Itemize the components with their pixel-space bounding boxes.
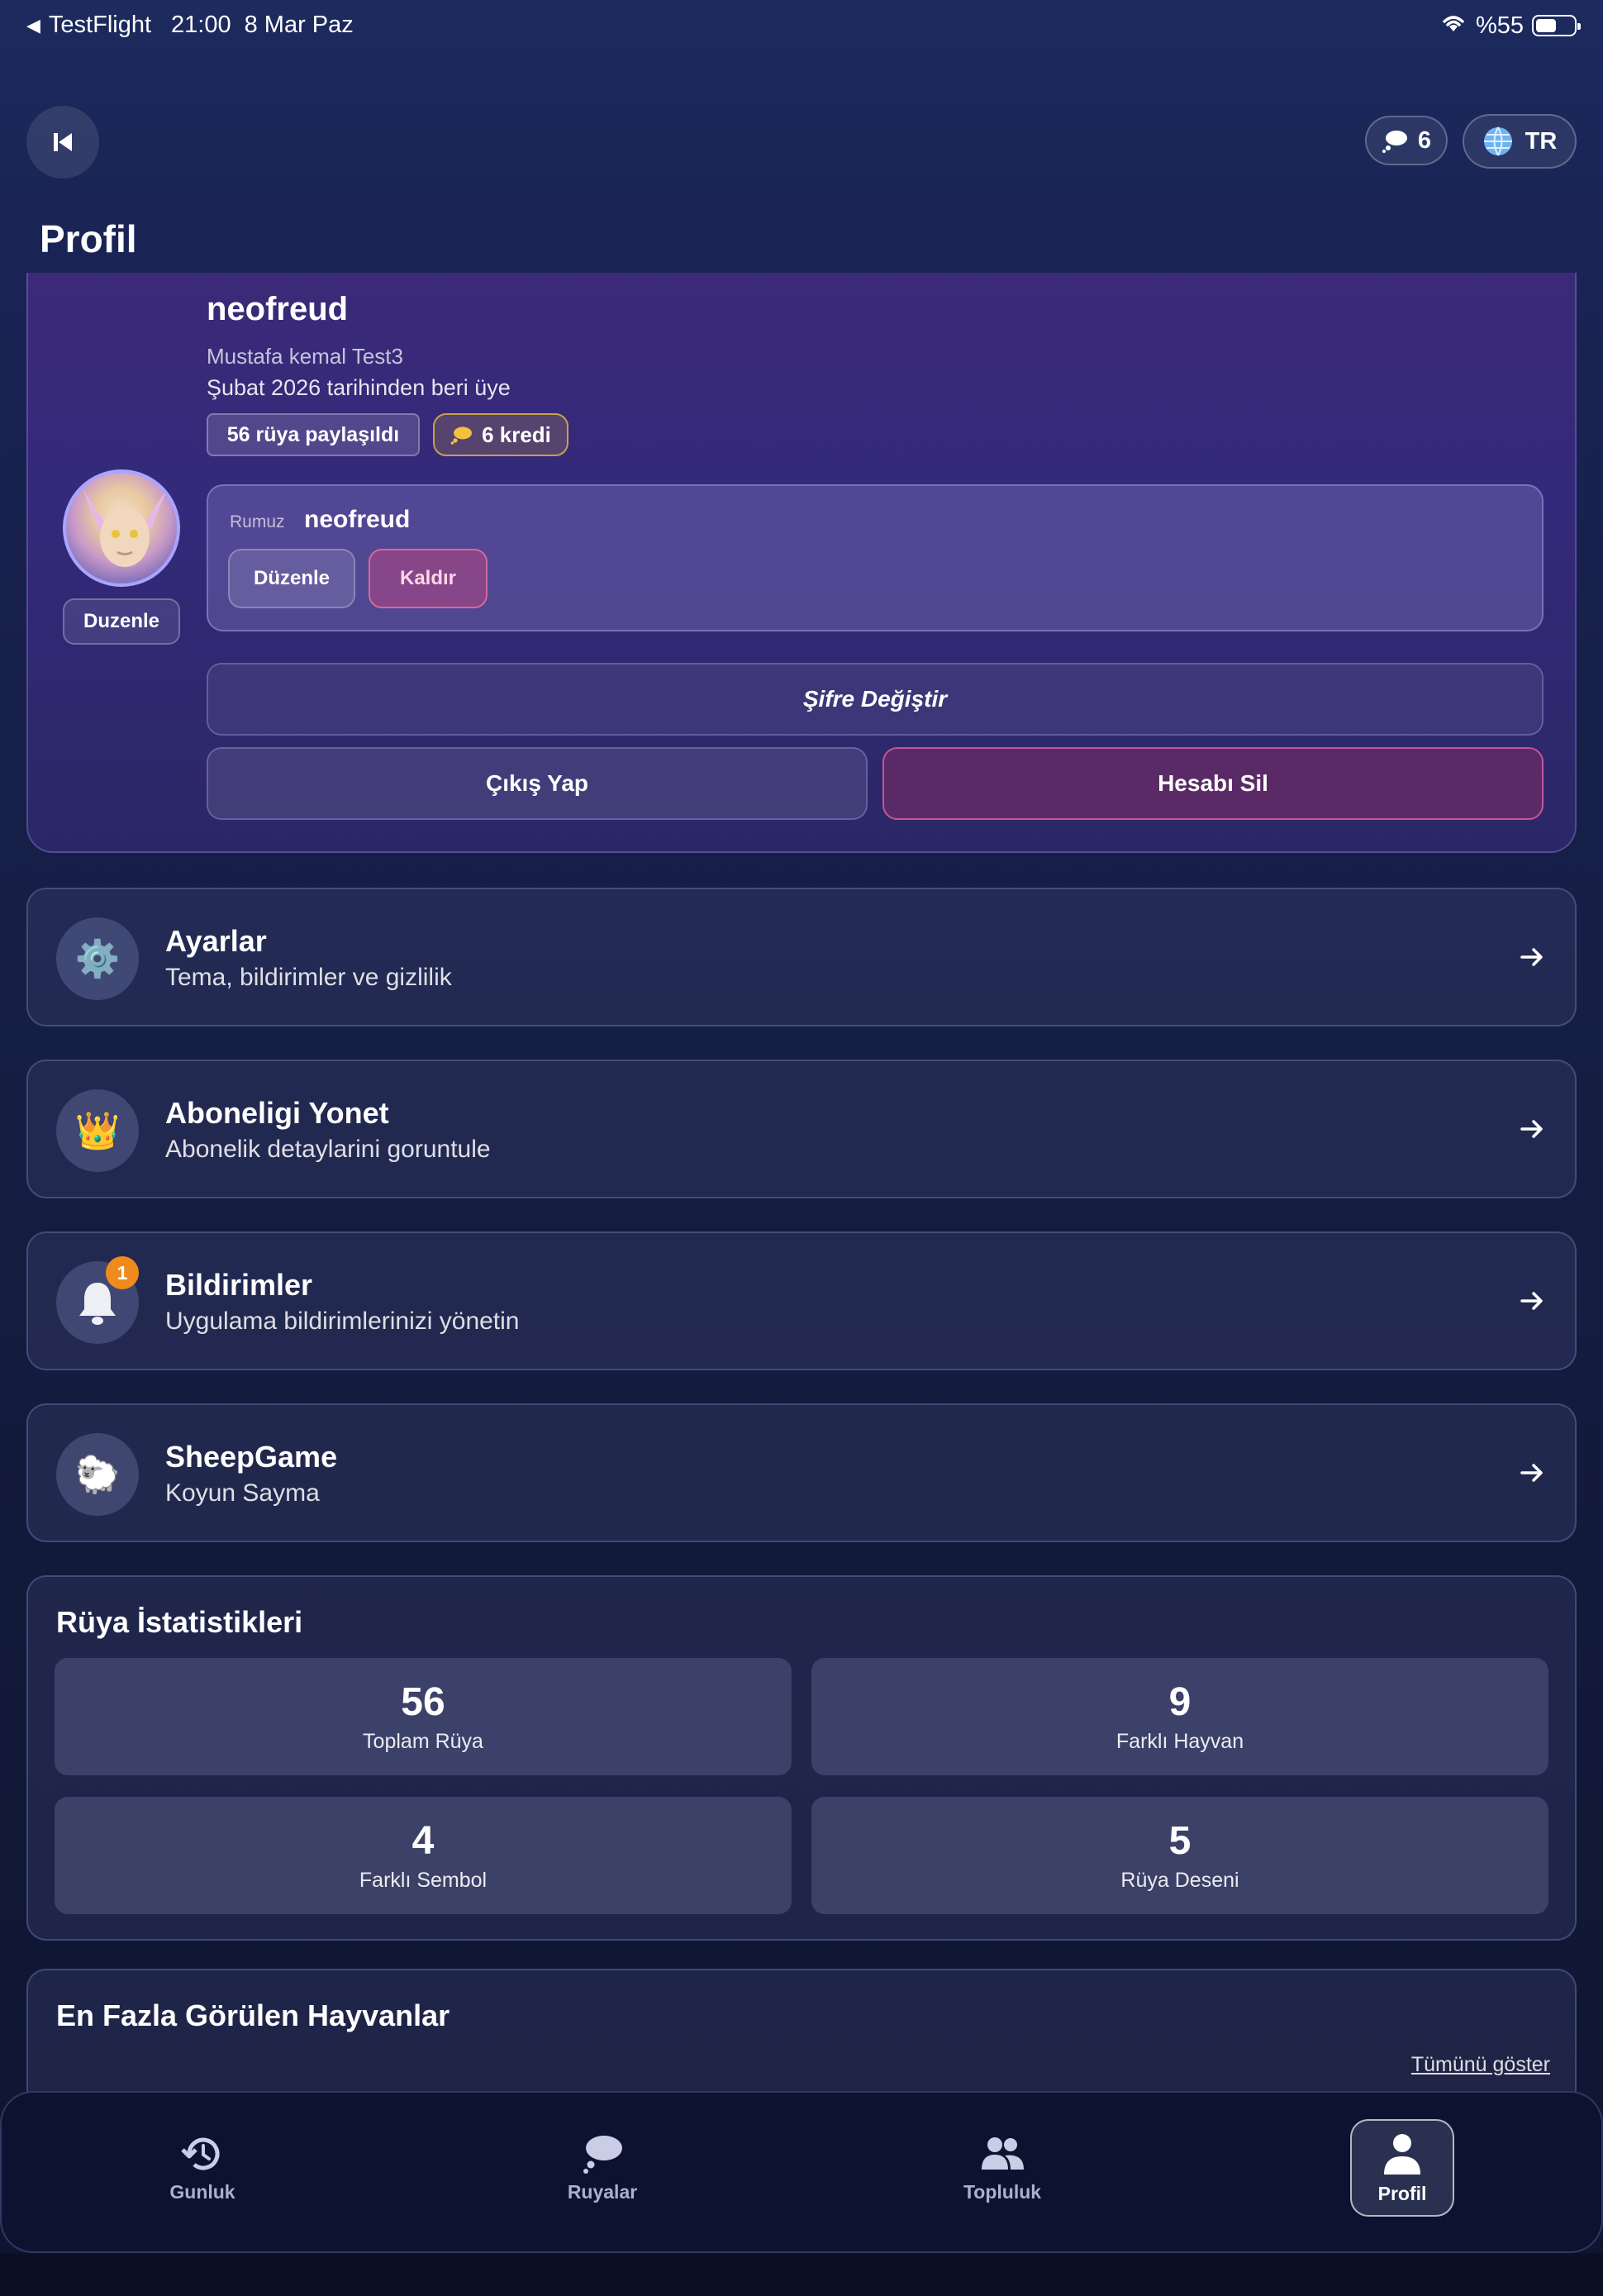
- stat-value: 9: [1168, 1680, 1192, 1724]
- menu-row-notifications[interactable]: 1 Bildirimler Uygulama bildirimlerinizi …: [26, 1231, 1577, 1370]
- full-name: Mustafa kemal Test3: [207, 344, 403, 369]
- tab-label: Profil: [1377, 2182, 1427, 2204]
- dream-stats-card: Rüya İstatistikleri 56 Toplam Rüya 9 Far…: [26, 1575, 1577, 1941]
- wifi-icon: [1439, 12, 1467, 40]
- sheep-icon: 🐑: [56, 1433, 139, 1516]
- avatar-edit-button[interactable]: Duzenle: [63, 598, 180, 645]
- tab-label: Topluluk: [963, 2180, 1042, 2203]
- history-icon: [181, 2137, 220, 2170]
- cloud-credit-icon: [1382, 131, 1407, 153]
- logout-button[interactable]: Çıkış Yap: [207, 747, 868, 820]
- battery-icon: [1532, 15, 1581, 36]
- dreams-shared-badge: 56 rüya paylaşıldı: [207, 413, 420, 456]
- globe-icon: [1483, 126, 1512, 156]
- battery-fill: [1536, 19, 1557, 32]
- arrow-right-icon: [1520, 948, 1543, 966]
- delete-account-button[interactable]: Hesabı Sil: [882, 747, 1544, 820]
- stat-label: Farklı Sembol: [359, 1869, 488, 1892]
- people-icon: [982, 2136, 1024, 2170]
- member-since: Şubat 2026 tarihinden beri üye: [207, 375, 511, 400]
- menu-title: Ayarlar: [165, 924, 267, 958]
- nickname-remove-button[interactable]: Kaldır: [369, 549, 488, 608]
- menu-subtitle: Abonelik detaylarini goruntule: [165, 1136, 491, 1163]
- gear-icon: ⚙️: [56, 917, 139, 1000]
- menu-row-subscription[interactable]: 👑 Aboneligi Yonet Abonelik detaylarini g…: [26, 1060, 1577, 1198]
- person-icon: [1384, 2133, 1420, 2175]
- back-app-label[interactable]: TestFlight: [49, 12, 151, 39]
- credits-count: 6: [1417, 126, 1432, 154]
- menu-title: SheepGame: [165, 1440, 338, 1474]
- stat-dream-patterns: 5 Rüya Deseni: [811, 1797, 1548, 1914]
- stat-value: 4: [411, 1819, 435, 1863]
- tab-label: Gunluk: [169, 2180, 235, 2203]
- change-password-button[interactable]: Şifre Değiştir: [207, 663, 1544, 736]
- stat-value: 5: [1168, 1819, 1192, 1863]
- notification-count-badge: 1: [106, 1256, 139, 1289]
- skip-back-icon: [54, 133, 72, 151]
- crown-icon: 👑: [56, 1089, 139, 1172]
- username: neofreud: [207, 291, 349, 327]
- nickname-label: Rumuz: [230, 512, 285, 531]
- back-button[interactable]: [26, 106, 99, 179]
- page-title: Profil: [40, 217, 137, 260]
- tab-label: Ruyalar: [567, 2180, 638, 2203]
- avatar-image: [83, 489, 167, 584]
- menu-subtitle: Koyun Sayma: [165, 1479, 320, 1507]
- arrow-right-icon: [1520, 1464, 1543, 1482]
- arrow-right-icon: [1520, 1292, 1543, 1310]
- cloud-icon: [583, 2135, 622, 2174]
- show-all-link[interactable]: Tümünü göster: [1411, 2053, 1550, 2077]
- menu-title: Aboneligi Yonet: [165, 1096, 389, 1130]
- menu-title: Bildirimler: [165, 1268, 313, 1302]
- nickname-value: neofreud: [304, 506, 411, 533]
- profile-card: Duzenle neofreud Mustafa kemal Test3 Şub…: [26, 273, 1577, 853]
- stat-distinct-animals: 9 Farklı Hayvan: [811, 1658, 1548, 1775]
- language-selector[interactable]: TR: [1463, 114, 1577, 169]
- arrow-right-icon: [1520, 1120, 1543, 1138]
- status-right: %55: [1439, 12, 1581, 40]
- nickname-box: Rumuz neofreud Düzenle Kaldır: [207, 484, 1544, 631]
- language-code: TR: [1525, 127, 1558, 155]
- tab-bar: Gunluk Ruyalar Topluluk Profil: [0, 2091, 1603, 2253]
- status-left: ◀ TestFlight 21:00 8 Mar Paz: [26, 12, 354, 39]
- status-date: 8 Mar Paz: [244, 12, 354, 38]
- stat-label: Toplam Rüya: [363, 1730, 483, 1753]
- tab-gunluk[interactable]: Gunluk: [150, 2119, 254, 2217]
- home-indicator-area: [0, 2253, 1603, 2296]
- status-time: 21:00: [171, 12, 231, 38]
- menu-subtitle: Uygulama bildirimlerinizi yönetin: [165, 1308, 520, 1335]
- back-to-app-icon[interactable]: ◀: [26, 15, 40, 36]
- stats-title: Rüya İstatistikleri: [56, 1605, 303, 1639]
- menu-subtitle: Tema, bildirimler ve gizlilik: [165, 964, 452, 991]
- menu-row-settings[interactable]: ⚙️ Ayarlar Tema, bildirimler ve gizlilik: [26, 888, 1577, 1027]
- credit-cloud-icon: [450, 426, 473, 445]
- stat-distinct-symbols: 4 Farklı Sembol: [55, 1797, 792, 1914]
- stat-total-dreams: 56 Toplam Rüya: [55, 1658, 792, 1775]
- credits-badge-label: 6 kredi: [482, 422, 551, 447]
- credits-pill[interactable]: 6: [1365, 116, 1448, 165]
- credits-badge: 6 kredi: [433, 413, 568, 456]
- tab-profil[interactable]: Profil: [1350, 2119, 1454, 2217]
- status-bar: ◀ TestFlight 21:00 8 Mar Paz %55: [0, 0, 1603, 55]
- stat-label: Rüya Deseni: [1120, 1869, 1239, 1892]
- stat-value: 56: [401, 1680, 445, 1724]
- battery-percent: %55: [1475, 12, 1524, 39]
- stat-label: Farklı Hayvan: [1115, 1730, 1244, 1753]
- tab-ruyalar[interactable]: Ruyalar: [550, 2119, 654, 2217]
- avatar[interactable]: [63, 469, 180, 587]
- animals-title: En Fazla Görülen Hayvanlar: [56, 1998, 450, 2032]
- tab-topluluk[interactable]: Topluluk: [950, 2119, 1054, 2217]
- nickname-edit-button[interactable]: Düzenle: [228, 549, 355, 608]
- menu-row-sheepgame[interactable]: 🐑 SheepGame Koyun Sayma: [26, 1403, 1577, 1542]
